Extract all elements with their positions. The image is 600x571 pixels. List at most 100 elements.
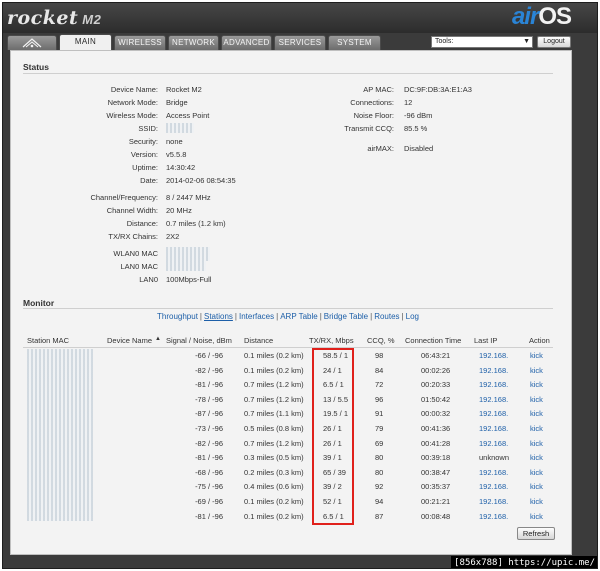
last-ip-link: unknown xyxy=(479,453,510,463)
connection-time-cell: 01:50:42 xyxy=(421,394,451,404)
column-header-ccq[interactable]: CCQ, % xyxy=(367,336,395,346)
signal-cell: -81 / -96 xyxy=(195,453,223,463)
ccq-cell: 87 xyxy=(375,511,384,521)
monitor-link-routes[interactable]: Routes xyxy=(374,312,399,321)
kick-link[interactable]: kick xyxy=(530,366,543,375)
kick-link[interactable]: kick xyxy=(530,497,543,506)
monitor-link-throughput[interactable]: Throughput xyxy=(157,312,198,321)
tab-system[interactable]: SYSTEM xyxy=(328,35,381,50)
status-value: Access Point xyxy=(166,111,210,120)
status-value: 2X2 xyxy=(166,232,180,241)
last-ip-link[interactable]: 192.168. xyxy=(479,380,508,389)
kick-link[interactable]: kick xyxy=(530,380,543,389)
signal-cell: -81 / -96 xyxy=(195,511,223,521)
column-header-connection-time[interactable]: Connection Time xyxy=(405,336,461,346)
status-label: Noise Floor: xyxy=(353,111,394,120)
last-ip-link[interactable]: 192.168. xyxy=(479,395,508,404)
monitor-nav: Throughput | Stations | Interfaces | ARP Table… xyxy=(157,312,419,321)
last-ip-link[interactable]: 192.168. xyxy=(479,424,508,433)
distance-cell: 0.3 miles (0.5 km) xyxy=(244,453,304,463)
status-value: v5.5.8 xyxy=(166,150,187,159)
signal-cell: -81 / -96 xyxy=(195,380,223,390)
monitor-link-log[interactable]: Log xyxy=(406,312,419,321)
status-value: 12 xyxy=(404,98,413,107)
status-section-title: Status xyxy=(23,62,49,72)
status-label: AP MAC: xyxy=(363,85,394,94)
monitor-link-interfaces[interactable]: Interfaces xyxy=(239,312,274,321)
column-header-txrx[interactable]: TX/RX, Mbps xyxy=(309,336,354,346)
status-label: Channel Width: xyxy=(106,206,158,215)
redacted-lan0-mac xyxy=(166,261,206,271)
signal-cell: -78 / -96 xyxy=(195,394,223,404)
tools-select[interactable]: Tools: ▼ xyxy=(431,36,533,48)
main-panel: Status Device Name: Rocket M2 Network Mo… xyxy=(10,50,572,555)
kick-link[interactable]: kick xyxy=(530,468,543,477)
kick-link[interactable]: kick xyxy=(530,424,543,433)
redacted-wlan0-mac xyxy=(166,247,210,261)
kick-link[interactable]: kick xyxy=(530,439,543,448)
status-value: Disabled xyxy=(404,144,434,153)
tab-ubnt-logo[interactable] xyxy=(7,35,57,50)
status-label: Wireless Mode: xyxy=(106,111,158,120)
distance-cell: 0.7 miles (1.2 km) xyxy=(244,438,304,448)
tools-select-label: Tools: xyxy=(435,38,454,45)
status-value: DC:9F:DB:3A:E1:A3 xyxy=(404,85,472,94)
monitor-section-title: Monitor xyxy=(23,298,55,308)
status-value: 8 / 2447 MHz xyxy=(166,193,211,202)
table-row: -87 / -96 0.7 miles (1.1 km) 19.5 / 1 91 00:… xyxy=(23,408,553,421)
column-header-station-mac[interactable]: Station MAC xyxy=(27,336,69,346)
kick-link[interactable]: kick xyxy=(530,453,543,462)
brand-model: M2 xyxy=(82,12,102,27)
column-header-device-name[interactable]: Device Name xyxy=(107,336,152,346)
connection-time-cell: 00:35:37 xyxy=(421,482,451,492)
refresh-button[interactable]: Refresh xyxy=(517,527,555,540)
status-value: 85.5 % xyxy=(404,124,428,133)
last-ip-link[interactable]: 192.168. xyxy=(479,351,508,360)
status-value: Bridge xyxy=(166,98,188,107)
table-row: -82 / -96 0.1 miles (0.2 km) 24 / 1 84 00:02… xyxy=(23,365,553,378)
last-ip-link[interactable]: 192.168. xyxy=(479,512,508,521)
ubnt-logo-icon xyxy=(22,37,42,47)
last-ip-link[interactable]: 192.168. xyxy=(479,409,508,418)
connection-time-cell: 00:39:18 xyxy=(421,453,451,463)
column-header-distance[interactable]: Distance xyxy=(244,336,273,346)
distance-cell: 0.7 miles (1.2 km) xyxy=(244,380,304,390)
last-ip-link[interactable]: 192.168. xyxy=(479,439,508,448)
table-row: -81 / -96 0.1 miles (0.2 km) 6.5 / 1 87 00:0… xyxy=(23,511,553,524)
signal-cell: -87 / -96 xyxy=(195,409,223,419)
status-label: LAN0 xyxy=(139,275,158,284)
status-value: Rocket M2 xyxy=(166,85,202,94)
column-header-signal[interactable]: Signal / Noise, dBm xyxy=(166,336,232,346)
table-row: -78 / -96 0.7 miles (1.2 km) 13 / 5.5 96 01:… xyxy=(23,394,553,407)
distance-cell: 0.5 miles (0.8 km) xyxy=(244,424,304,433)
ccq-cell: 98 xyxy=(375,351,384,360)
kick-link[interactable]: kick xyxy=(530,482,543,491)
last-ip-link[interactable]: 192.168. xyxy=(479,468,508,477)
logout-button[interactable]: Logout xyxy=(537,36,571,48)
chevron-down-icon: ▼ xyxy=(523,38,530,45)
status-label: Transmit CCQ: xyxy=(344,124,394,133)
last-ip-link[interactable]: 192.168. xyxy=(479,497,508,506)
last-ip-link[interactable]: 192.168. xyxy=(479,482,508,491)
tab-advanced[interactable]: ADVANCED xyxy=(221,35,272,50)
column-header-action[interactable]: Action xyxy=(529,336,550,346)
column-header-last-ip[interactable]: Last IP xyxy=(474,336,497,346)
tab-network[interactable]: NETWORK xyxy=(168,35,219,50)
monitor-link-bridge-table[interactable]: Bridge Table xyxy=(324,312,368,321)
kick-link[interactable]: kick xyxy=(530,395,543,404)
kick-link[interactable]: kick xyxy=(530,409,543,418)
tab-wireless[interactable]: WIRELESS xyxy=(114,35,166,50)
monitor-link-stations[interactable]: Stations xyxy=(204,312,233,321)
txrx-highlight-box xyxy=(312,348,354,525)
tab-services[interactable]: SERVICES xyxy=(274,35,326,50)
last-ip-link[interactable]: 192.168. xyxy=(479,366,508,375)
distance-cell: 0.1 miles (0.2 km) xyxy=(244,511,304,521)
monitor-link-arp-table[interactable]: ARP Table xyxy=(280,312,318,321)
status-value: 100Mbps-Full xyxy=(166,275,212,284)
kick-link[interactable]: kick xyxy=(530,351,543,360)
distance-cell: 0.2 miles (0.3 km) xyxy=(244,467,304,477)
tab-main[interactable]: MAIN xyxy=(59,34,112,50)
status-label: airMAX: xyxy=(367,144,394,153)
header: rocket M2 airOS xyxy=(3,3,597,33)
kick-link[interactable]: kick xyxy=(530,512,543,521)
